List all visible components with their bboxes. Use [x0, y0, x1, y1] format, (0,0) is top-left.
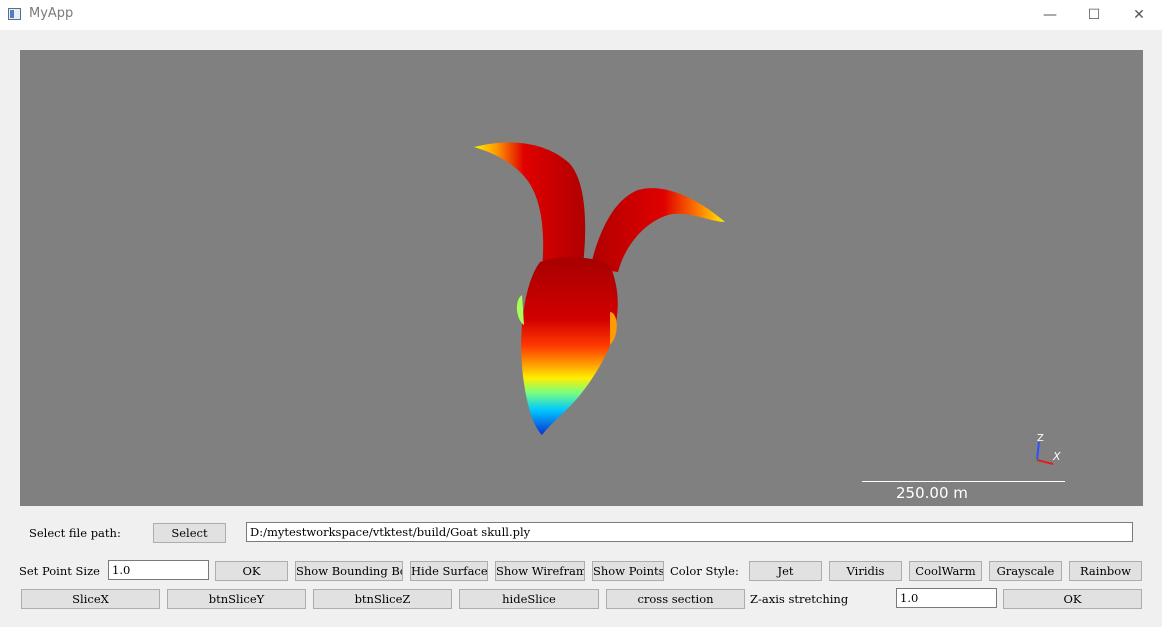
point-size-ok-button[interactable]: OK: [215, 561, 288, 581]
scale-bar: [862, 481, 1065, 482]
color-jet-button[interactable]: Jet: [749, 561, 822, 581]
show-bounding-box-button[interactable]: Show Bounding Box: [295, 561, 403, 581]
z-axis-stretching-label: Z-axis stretching: [750, 592, 849, 606]
app-window-icon: [8, 8, 21, 20]
color-coolwarm-button[interactable]: CoolWarm: [909, 561, 982, 581]
point-size-label: Set Point Size: [19, 564, 100, 578]
slice-x-button[interactable]: SliceX: [21, 589, 160, 609]
point-size-input[interactable]: 1.0: [108, 560, 209, 580]
orientation-axes-icon: Z X: [1035, 433, 1061, 465]
goat-skull-model[interactable]: [20, 50, 1143, 506]
color-grayscale-button[interactable]: Grayscale: [989, 561, 1062, 581]
select-file-path-label: Select file path:: [29, 526, 121, 540]
render-viewport[interactable]: Z X 250.00 m: [20, 50, 1143, 506]
slice-y-button[interactable]: btnSliceY: [167, 589, 306, 609]
color-rainbow-button[interactable]: Rainbow: [1069, 561, 1142, 581]
hide-surface-button[interactable]: Hide Surface: [410, 561, 488, 581]
show-points-button[interactable]: Show Points: [592, 561, 664, 581]
file-path-input[interactable]: D:/mytestworkspace/vtktest/build/Goat sk…: [246, 522, 1133, 542]
z-stretch-ok-button[interactable]: OK: [1003, 589, 1142, 609]
select-file-button[interactable]: Select: [153, 523, 226, 543]
axis-z-label: Z: [1037, 433, 1044, 444]
close-button[interactable]: ✕: [1116, 0, 1162, 30]
axis-x-label: X: [1052, 450, 1061, 463]
maximize-button[interactable]: ☐: [1071, 0, 1117, 30]
color-viridis-button[interactable]: Viridis: [829, 561, 902, 581]
window-title: MyApp: [29, 6, 74, 21]
minimize-button[interactable]: —: [1027, 0, 1073, 30]
color-style-label: Color Style:: [670, 564, 739, 578]
z-axis-stretching-input[interactable]: 1.0: [896, 588, 997, 608]
show-wireframe-button[interactable]: Show Wireframe: [495, 561, 585, 581]
hide-slice-button[interactable]: hideSlice: [459, 589, 599, 609]
slice-z-button[interactable]: btnSliceZ: [313, 589, 452, 609]
scale-bar-label: 250.00 m: [896, 484, 968, 502]
cross-section-button[interactable]: cross section: [606, 589, 745, 609]
title-bar: MyApp — ☐ ✕: [0, 0, 1162, 30]
